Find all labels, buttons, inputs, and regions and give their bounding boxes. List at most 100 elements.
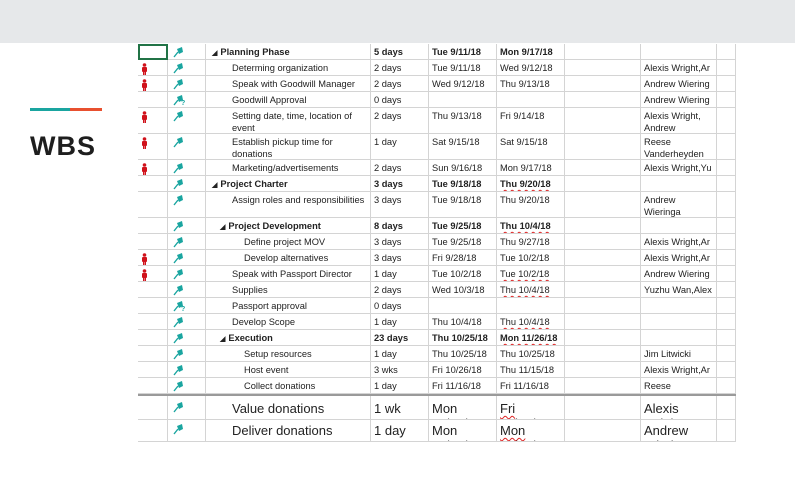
predecessors-cell[interactable] bbox=[565, 378, 641, 394]
resource-names-cell[interactable]: Alexis Wright,Yu bbox=[641, 160, 717, 176]
duration-cell[interactable]: 1 day bbox=[371, 266, 429, 282]
task-name-cell[interactable]: Marketing/advertisements bbox=[206, 160, 371, 176]
task-name-cell[interactable]: Develop Scope bbox=[206, 314, 371, 330]
indicator-cell[interactable] bbox=[138, 218, 168, 234]
add-column-cell[interactable] bbox=[717, 234, 736, 250]
predecessors-cell[interactable] bbox=[565, 282, 641, 298]
resource-names-cell[interactable]: Alexis Wright,Yu bbox=[641, 396, 717, 420]
indicator-cell[interactable] bbox=[138, 60, 168, 76]
indicator-cell[interactable] bbox=[138, 266, 168, 282]
indicator-cell[interactable] bbox=[138, 176, 168, 192]
duration-cell[interactable]: 2 days bbox=[371, 160, 429, 176]
task-name-cell[interactable]: Speak with Passport Director bbox=[206, 266, 371, 282]
task-row[interactable]: ◢ Planning Phase 5 days Tue 9/11/18 Mon 9/17… bbox=[138, 44, 736, 60]
task-row[interactable]: Setup resources 1 day Thu 10/25/18 Thu 10/2… bbox=[138, 346, 736, 362]
task-mode-cell[interactable] bbox=[168, 234, 206, 250]
resource-names-cell[interactable]: Andrew Wiering bbox=[641, 76, 717, 92]
task-name-cell[interactable]: Supplies bbox=[206, 282, 371, 298]
indicator-cell[interactable] bbox=[138, 418, 168, 442]
task-mode-cell[interactable] bbox=[168, 218, 206, 234]
task-row[interactable]: Assign roles and responsibilities 3 days T… bbox=[138, 192, 736, 218]
predecessors-cell[interactable] bbox=[565, 234, 641, 250]
task-name-cell[interactable]: Passport approval bbox=[206, 298, 371, 314]
duration-cell[interactable]: 2 days bbox=[371, 108, 429, 134]
duration-cell[interactable]: 23 days bbox=[371, 330, 429, 346]
task-mode-cell[interactable] bbox=[168, 396, 206, 420]
start-cell[interactable]: Fri 9/28/18 bbox=[429, 250, 497, 266]
task-mode-cell[interactable] bbox=[168, 314, 206, 330]
resource-names-cell[interactable] bbox=[641, 298, 717, 314]
add-column-cell[interactable] bbox=[717, 92, 736, 108]
task-row[interactable]: Develop Scope 1 day Thu 10/4/18 Thu 10/4/18 bbox=[138, 314, 736, 330]
task-row[interactable]: Establish pickup time for donations 1 day… bbox=[138, 134, 736, 160]
predecessors-cell[interactable] bbox=[565, 76, 641, 92]
add-column-cell[interactable] bbox=[717, 108, 736, 134]
start-cell[interactable]: Fri 10/26/18 bbox=[429, 362, 497, 378]
add-column-cell[interactable] bbox=[717, 298, 736, 314]
resource-names-cell[interactable] bbox=[641, 330, 717, 346]
add-column-cell[interactable] bbox=[717, 314, 736, 330]
task-mode-cell[interactable] bbox=[168, 108, 206, 134]
finish-cell[interactable]: Thu 9/13/18 bbox=[497, 76, 565, 92]
task-name-cell[interactable]: Value donations bbox=[206, 396, 371, 420]
duration-cell[interactable]: 2 days bbox=[371, 60, 429, 76]
finish-cell[interactable] bbox=[497, 92, 565, 108]
collapse-triangle-icon[interactable]: ◢ bbox=[220, 224, 225, 231]
start-cell[interactable]: Tue 10/2/18 bbox=[429, 266, 497, 282]
resource-names-cell[interactable] bbox=[641, 176, 717, 192]
duration-cell[interactable]: 2 days bbox=[371, 76, 429, 92]
indicator-cell[interactable] bbox=[138, 134, 168, 160]
task-name-cell[interactable]: ◢ Project Development bbox=[206, 218, 371, 234]
start-cell[interactable]: Wed 9/12/18 bbox=[429, 76, 497, 92]
finish-cell[interactable]: Fri 11/16/18 bbox=[497, 378, 565, 394]
resource-names-cell[interactable]: Alexis Wright,Ar bbox=[641, 362, 717, 378]
finish-cell[interactable]: Mon 11/26/18 bbox=[497, 330, 565, 346]
task-mode-cell[interactable] bbox=[168, 330, 206, 346]
finish-cell[interactable]: Mon 11/26/18 bbox=[497, 418, 565, 442]
duration-cell[interactable]: 3 days bbox=[371, 234, 429, 250]
start-cell[interactable]: Tue 9/25/18 bbox=[429, 218, 497, 234]
resource-names-cell[interactable]: Alexis Wright,Ar bbox=[641, 60, 717, 76]
duration-cell[interactable]: 0 days bbox=[371, 92, 429, 108]
duration-cell[interactable]: 5 days bbox=[371, 44, 429, 60]
predecessors-cell[interactable] bbox=[565, 346, 641, 362]
resource-names-cell[interactable]: Reese Vanderhe bbox=[641, 378, 717, 394]
task-row[interactable]: ◢ Execution 23 days Thu 10/25/18 Mon 11/26/1… bbox=[138, 330, 736, 346]
task-mode-cell[interactable] bbox=[168, 250, 206, 266]
task-mode-cell[interactable] bbox=[168, 418, 206, 442]
predecessors-cell[interactable] bbox=[565, 134, 641, 160]
predecessors-cell[interactable] bbox=[565, 298, 641, 314]
task-mode-cell[interactable] bbox=[168, 44, 206, 60]
start-cell[interactable]: Thu 10/25/18 bbox=[429, 330, 497, 346]
add-column-cell[interactable] bbox=[717, 134, 736, 160]
start-cell[interactable]: Tue 9/18/18 bbox=[429, 176, 497, 192]
duration-cell[interactable]: 1 day bbox=[371, 378, 429, 394]
duration-cell[interactable]: 1 day bbox=[371, 314, 429, 330]
collapse-triangle-icon[interactable]: ◢ bbox=[212, 182, 217, 189]
duration-cell[interactable]: 0 days bbox=[371, 298, 429, 314]
task-row[interactable]: Collect donations 1 day Fri 11/16/18 Fri 11… bbox=[138, 378, 736, 394]
start-cell[interactable]: Tue 9/11/18 bbox=[429, 60, 497, 76]
add-column-cell[interactable] bbox=[717, 378, 736, 394]
predecessors-cell[interactable] bbox=[565, 362, 641, 378]
indicator-cell[interactable] bbox=[138, 330, 168, 346]
task-name-cell[interactable]: Develop alternatives bbox=[206, 250, 371, 266]
start-cell[interactable] bbox=[429, 298, 497, 314]
duration-cell[interactable]: 8 days bbox=[371, 218, 429, 234]
task-row[interactable]: Speak with Passport Director 1 day Tue 10/… bbox=[138, 266, 736, 282]
task-name-cell[interactable]: Host event bbox=[206, 362, 371, 378]
start-cell[interactable]: Mon 11/26/18 bbox=[429, 418, 497, 442]
task-mode-cell[interactable] bbox=[168, 192, 206, 218]
task-mode-cell[interactable]: ? bbox=[168, 92, 206, 108]
indicator-cell[interactable] bbox=[138, 192, 168, 218]
predecessors-cell[interactable] bbox=[565, 418, 641, 442]
add-column-cell[interactable] bbox=[717, 396, 736, 420]
add-column-cell[interactable] bbox=[717, 192, 736, 218]
duration-cell[interactable]: 1 wk bbox=[371, 396, 429, 420]
task-row[interactable]: Define project MOV 3 days Tue 9/25/18 Thu 9… bbox=[138, 234, 736, 250]
start-cell[interactable]: Sun 9/16/18 bbox=[429, 160, 497, 176]
predecessors-cell[interactable] bbox=[565, 44, 641, 60]
resource-names-cell[interactable]: Andrew Wieringa bbox=[641, 192, 717, 218]
finish-cell[interactable]: Tue 10/2/18 bbox=[497, 250, 565, 266]
duration-cell[interactable]: 3 days bbox=[371, 192, 429, 218]
